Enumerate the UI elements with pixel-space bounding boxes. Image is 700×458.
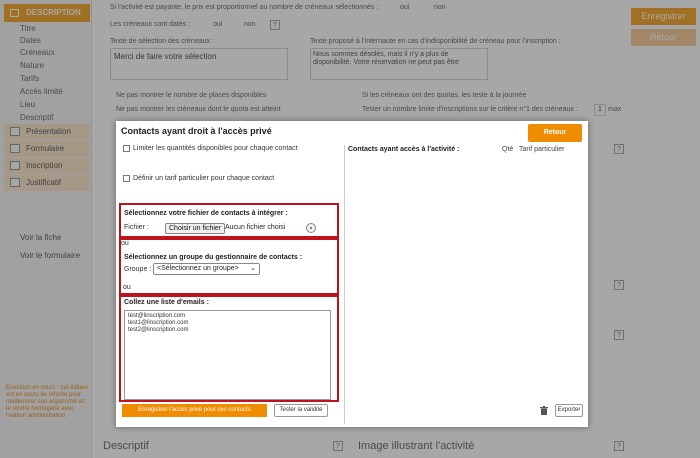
define-rate-checkbox[interactable]: Définir un tarif particulier pour chaque… <box>123 175 274 182</box>
limit-quantity-checkbox[interactable]: Limiter les quantités disponibles pour c… <box>123 145 298 152</box>
email-section-title: Collez une liste d'emails : <box>124 299 209 306</box>
test-validity-button[interactable]: Tester la validité <box>274 404 328 417</box>
checkbox-box[interactable] <box>123 145 130 152</box>
export-button[interactable]: Exporter <box>555 404 583 417</box>
private-access-modal: Contacts ayant droit à l'accès privé Ret… <box>116 121 588 427</box>
file-section-title: Sélectionnez votre fichier de contacts à… <box>124 210 288 217</box>
email-line: test1@linscription.com <box>128 320 189 326</box>
modal-back-button[interactable]: Retour <box>528 124 582 142</box>
column-quantity: Qté <box>502 146 514 153</box>
checkbox-label: Définir un tarif particulier pour chaque… <box>133 175 275 182</box>
checkbox-box[interactable] <box>123 175 130 182</box>
email-list-section: Collez une liste d'emails : test@linscri… <box>119 295 339 402</box>
modal-title: Contacts ayant droit à l'accès privé <box>121 126 272 136</box>
group-select-value: <Sélectionnez un groupe> <box>157 265 239 272</box>
column-special-rate: Tarif particulier <box>519 146 565 153</box>
file-status: Aucun fichier choisi <box>225 224 286 231</box>
save-private-access-button[interactable]: Enregistrer l'accès privé pour ces conta… <box>122 404 267 417</box>
email-line: test2@linscription.com <box>128 327 189 333</box>
or-separator: ou <box>123 284 131 291</box>
checkbox-label: Limiter les quantités disponibles pour c… <box>133 145 298 152</box>
file-label: Fichier : <box>124 224 149 231</box>
trash-icon[interactable] <box>540 406 548 415</box>
file-import-section: Sélectionnez votre fichier de contacts à… <box>119 203 339 238</box>
group-section: Sélectionnez un groupe du gestionnaire d… <box>119 238 339 295</box>
group-label: Groupe : <box>124 266 152 273</box>
group-section-title: Sélectionnez un groupe du gestionnaire d… <box>124 254 303 261</box>
preview-icon[interactable] <box>306 223 316 233</box>
choose-file-button[interactable]: Choisir un fichier <box>165 223 226 234</box>
email-list-textarea[interactable]: test@linscription.com test1@linscription… <box>124 310 331 400</box>
contacts-with-access-title: Contacts ayant accès à l'activité : <box>348 146 460 153</box>
modal-divider <box>344 145 345 424</box>
email-line: test@linscription.com <box>128 313 186 319</box>
chevron-down-icon: ⌄ <box>250 265 256 272</box>
group-select[interactable]: <Sélectionnez un groupe> ⌄ <box>153 263 260 275</box>
